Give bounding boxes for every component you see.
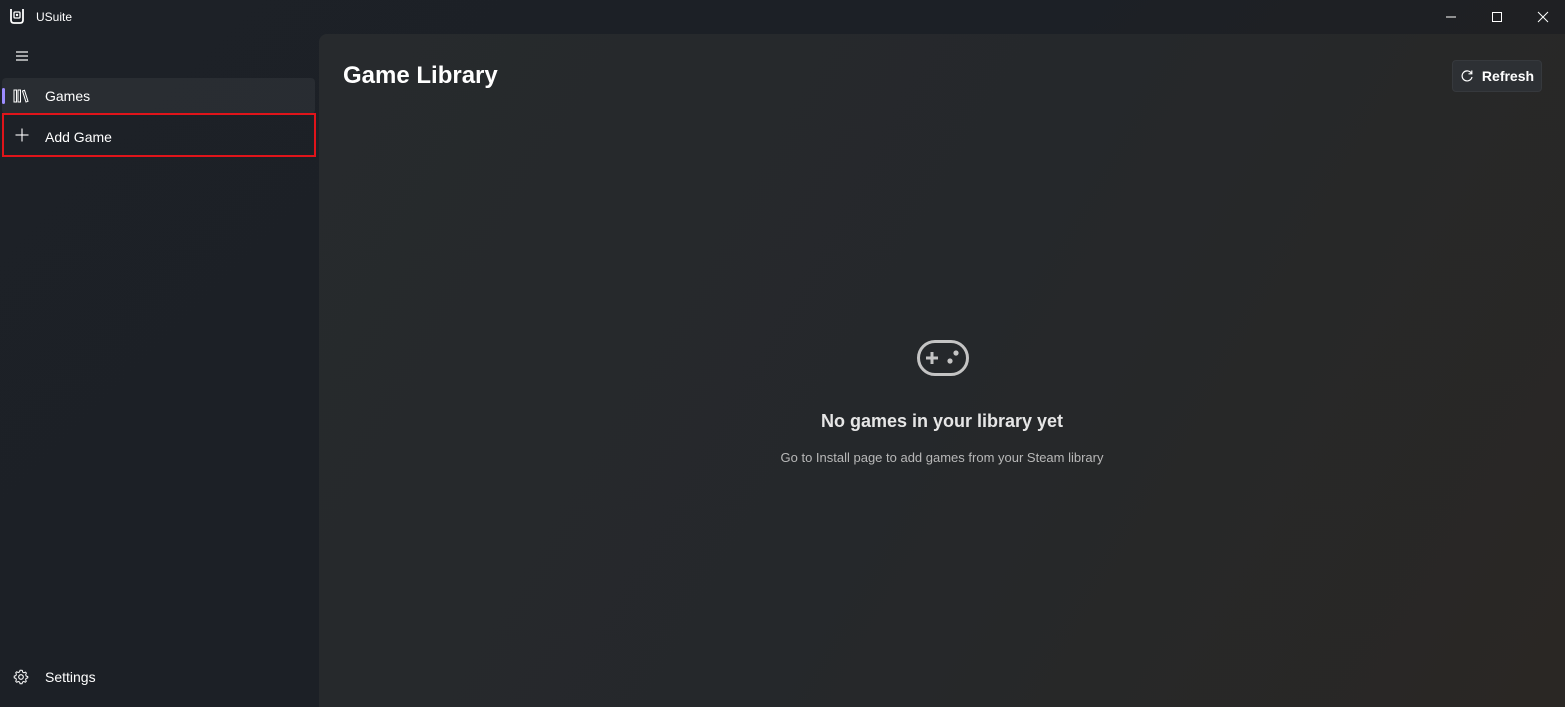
sidebar-item-add-game[interactable]: Add Game bbox=[2, 113, 316, 157]
title-bar: USuite bbox=[0, 0, 1565, 34]
library-icon bbox=[12, 87, 30, 105]
refresh-icon bbox=[1461, 70, 1473, 82]
page-title: Game Library bbox=[343, 62, 498, 89]
empty-state-subtitle: Go to Install page to add games from you… bbox=[780, 450, 1104, 465]
refresh-label: Refresh bbox=[1481, 68, 1535, 84]
sidebar-item-label: Add Game bbox=[45, 129, 112, 145]
gear-icon bbox=[12, 668, 30, 686]
main-content: Game Library Refresh No games in your li… bbox=[319, 34, 1565, 707]
refresh-button[interactable]: Refresh bbox=[1452, 60, 1542, 92]
hamburger-icon bbox=[16, 51, 28, 61]
app-logo-icon bbox=[9, 8, 25, 24]
minimize-button[interactable] bbox=[1428, 0, 1474, 34]
gamepad-icon bbox=[916, 338, 970, 378]
empty-state-title: No games in your library yet bbox=[820, 411, 1064, 431]
sidebar-item-settings[interactable]: Settings bbox=[2, 659, 315, 695]
close-button[interactable] bbox=[1520, 0, 1565, 34]
maximize-button[interactable] bbox=[1474, 0, 1520, 34]
sidebar-item-label: Games bbox=[45, 88, 91, 104]
app-window: USuite Games Add Game Settings Game Libr… bbox=[0, 0, 1565, 707]
maximize-icon bbox=[1492, 12, 1502, 22]
hamburger-menu-button[interactable] bbox=[6, 41, 38, 71]
close-icon bbox=[1537, 11, 1549, 23]
sidebar-item-label: Settings bbox=[45, 669, 96, 685]
selection-indicator bbox=[2, 88, 5, 104]
plus-icon bbox=[13, 126, 31, 144]
minimize-icon bbox=[1446, 16, 1456, 18]
window-title: USuite bbox=[36, 10, 73, 24]
sidebar-item-games[interactable]: Games bbox=[2, 78, 315, 114]
